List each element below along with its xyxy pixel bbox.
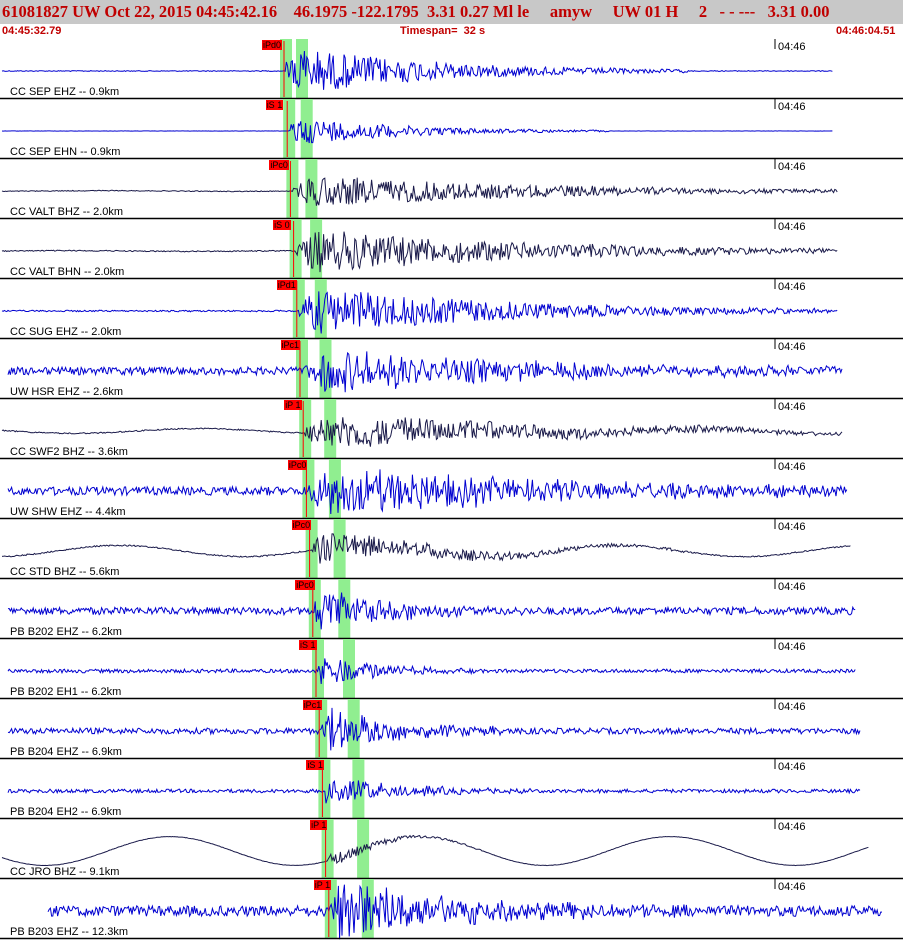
- pick-flag[interactable]: iP 1: [284, 400, 302, 410]
- time-tick-label: 04:46: [778, 581, 806, 593]
- station-label: UW HSR EHZ -- 2.6km: [10, 386, 124, 398]
- station-label: PB B203 EHZ -- 12.3km: [10, 926, 128, 938]
- pick-flag[interactable]: iS 1: [299, 640, 317, 650]
- trace-row[interactable]: [0, 699, 903, 760]
- p-pick-window: [289, 219, 302, 279]
- pick-flag[interactable]: iPc0: [295, 580, 315, 590]
- trace-row[interactable]: [0, 219, 903, 280]
- pick-flag[interactable]: iPc0: [291, 520, 312, 530]
- trace-row[interactable]: [0, 39, 903, 100]
- trace-row[interactable]: [0, 519, 903, 580]
- timespan-label: Timespan= 32 s: [400, 25, 486, 37]
- time-tick-label: 04:46: [778, 41, 806, 53]
- time-tick-label: 04:46: [778, 281, 806, 293]
- trace-row[interactable]: [0, 99, 903, 160]
- time-tick-label: 04:46: [778, 221, 806, 233]
- time-tick-label: 04:46: [778, 701, 806, 713]
- time-tick-label: 04:46: [778, 401, 806, 413]
- waveform-trace: [1, 533, 851, 564]
- waveform-trace: [1, 231, 838, 273]
- event-title: 61081827 UW Oct 22, 2015 04:45:42.16 46.…: [2, 2, 830, 21]
- time-tick-label: 04:46: [778, 161, 806, 173]
- time-tick-label: 04:46: [778, 101, 806, 113]
- waveform-trace: [1, 121, 833, 144]
- pick-flag[interactable]: iS 1: [306, 760, 324, 770]
- station-label: CC SWF2 BHZ -- 3.6km: [10, 446, 128, 458]
- waveform-trace: [1, 417, 843, 447]
- waveform-canvas[interactable]: [0, 39, 903, 940]
- waveform-trace: [7, 780, 861, 804]
- time-tick-label: 04:46: [778, 641, 806, 653]
- time-tick-label: 04:46: [778, 521, 806, 533]
- pick-flag[interactable]: iPd1: [276, 280, 297, 290]
- station-label: PB B202 EH1 -- 6.2km: [10, 686, 122, 698]
- waveform-trace: [47, 884, 883, 940]
- pick-flag[interactable]: iPd0: [262, 40, 283, 50]
- station-label: CC SEP EHN -- 0.9km: [10, 146, 121, 158]
- trace-row[interactable]: [0, 339, 903, 400]
- waveform-trace: [7, 707, 861, 751]
- station-label: CC VALT BHZ -- 2.0km: [10, 206, 124, 218]
- waveform-trace: [7, 469, 848, 515]
- time-tick-label: 04:46: [778, 761, 806, 773]
- pick-flag[interactable]: iP 1: [310, 820, 328, 830]
- waveform-trace: [1, 291, 838, 334]
- waveform-trace: [1, 834, 869, 867]
- time-tick-label: 04:46: [778, 821, 806, 833]
- waveform-trace: [1, 177, 838, 206]
- start-time: 04:45:32.79: [2, 25, 62, 37]
- trace-row[interactable]: [0, 639, 903, 700]
- pick-flag[interactable]: iPc1: [302, 700, 323, 710]
- trace-row[interactable]: [0, 159, 903, 220]
- time-tick-label: 04:46: [778, 881, 806, 893]
- station-label: UW SHW EHZ -- 4.4km: [10, 506, 126, 518]
- trace-row[interactable]: [0, 279, 903, 340]
- station-label: PB B204 EH2 -- 6.9km: [10, 806, 122, 818]
- time-tick-label: 04:46: [778, 461, 806, 473]
- trace-row[interactable]: [0, 399, 903, 460]
- waveform-trace: [7, 592, 856, 630]
- station-label: PB B204 EHZ -- 6.9km: [10, 746, 122, 758]
- p-pick-window: [283, 99, 296, 159]
- seismogram-panel[interactable]: CC SEP EHZ -- 0.9km 04:46 iPd0 CC SEP EHN -…: [0, 39, 903, 940]
- station-label: CC SUG EHZ -- 2.0km: [10, 326, 122, 338]
- station-label: CC JRO BHZ -- 9.1km: [10, 866, 120, 878]
- trace-row[interactable]: [0, 759, 903, 820]
- pick-flag[interactable]: iPc1: [280, 340, 301, 350]
- end-time: 04:46:04.51: [836, 25, 896, 37]
- waveform-trace: [1, 50, 833, 90]
- pick-flag[interactable]: iS 1: [265, 100, 284, 110]
- time-tick-label: 04:46: [778, 341, 806, 353]
- waveform-trace: [7, 351, 843, 393]
- station-label: PB B202 EHZ -- 6.2km: [10, 626, 122, 638]
- header-bar: 61081827 UW Oct 22, 2015 04:45:42.16 46.…: [0, 0, 903, 39]
- waveform-trace: [7, 658, 856, 685]
- pick-flag[interactable]: iPc0: [287, 460, 308, 470]
- pick-flag[interactable]: iS 0: [273, 220, 291, 230]
- pick-flag[interactable]: iPc0: [269, 160, 289, 170]
- trace-row[interactable]: [0, 879, 903, 940]
- trace-row[interactable]: [0, 819, 903, 880]
- station-label: CC SEP EHZ -- 0.9km: [10, 86, 120, 98]
- pick-flag[interactable]: iP 1: [313, 880, 332, 890]
- station-label: CC STD BHZ -- 5.6km: [10, 566, 120, 578]
- trace-row[interactable]: [0, 459, 903, 520]
- s-pick-window: [333, 519, 346, 579]
- trace-row[interactable]: [0, 579, 903, 640]
- station-label: CC VALT BHN -- 2.0km: [10, 266, 125, 278]
